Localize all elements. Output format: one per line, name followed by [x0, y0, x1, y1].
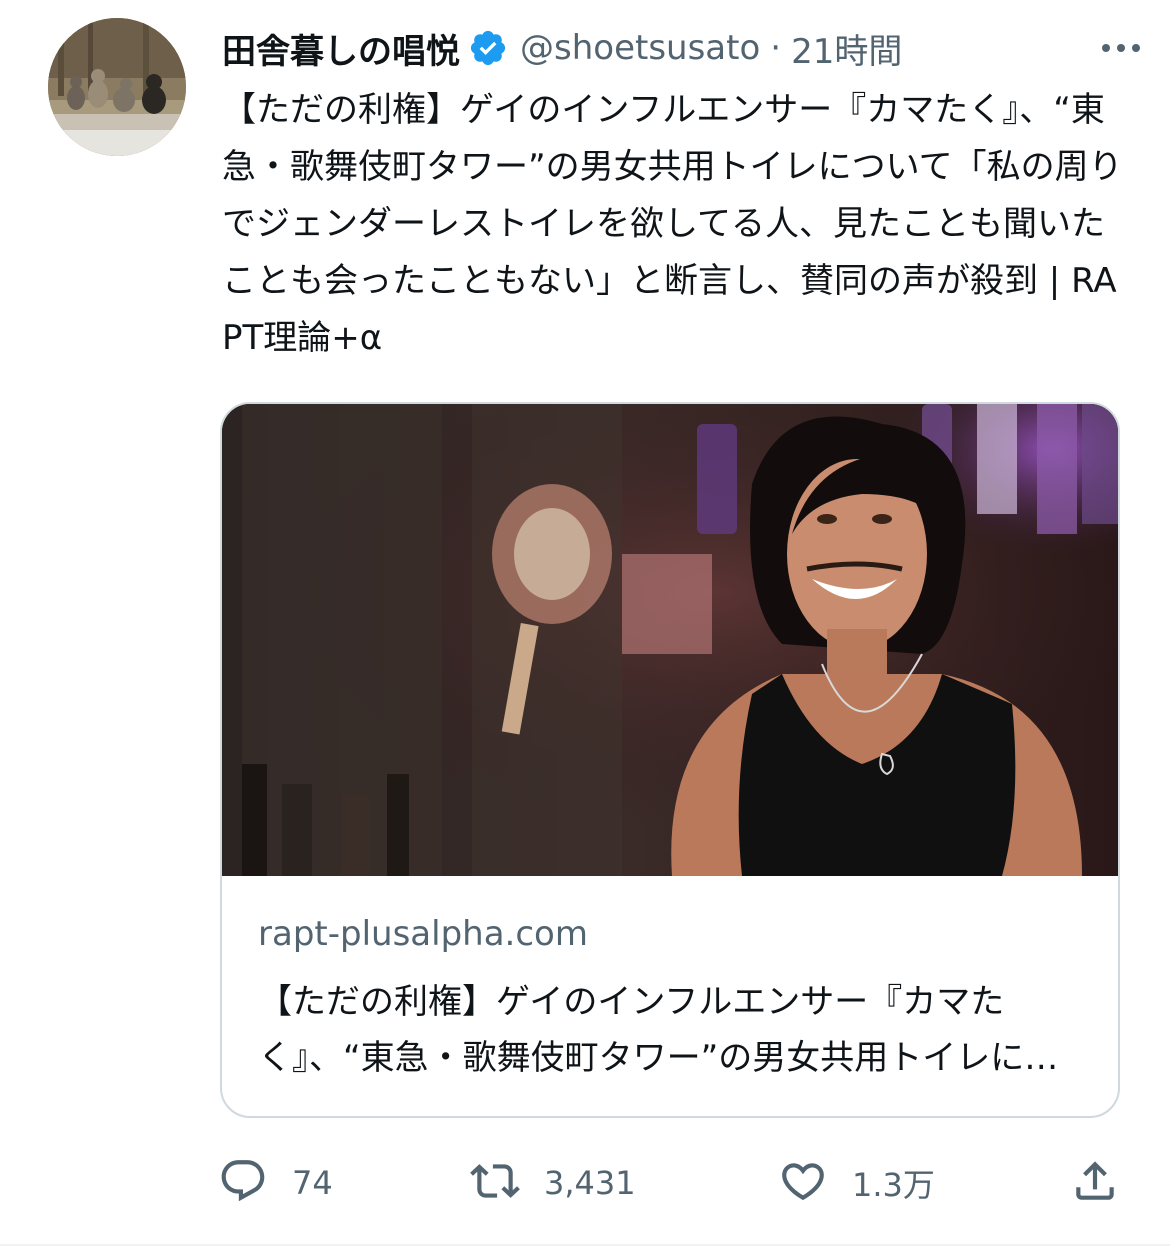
retweet-count: 3,431 [544, 1164, 636, 1202]
reply-button[interactable]: 74 [218, 1150, 333, 1216]
divider [0, 1244, 1170, 1246]
card-title[interactable]: 【ただの利権】ゲイのインフルエンサー『カマたく』、“東急・歌舞伎町タワー”の男女… [258, 974, 1088, 1086]
verified-badge-icon[interactable] [468, 28, 508, 68]
reply-icon [218, 1156, 268, 1210]
like-count: 1.3万 [852, 1166, 935, 1204]
card-domain[interactable]: rapt-plusalpha.com [258, 914, 588, 954]
action-bar: 74 3,431 1.3万 [218, 1150, 1128, 1216]
reply-count: 74 [292, 1164, 333, 1202]
retweet-button[interactable]: 3,431 [470, 1150, 636, 1216]
avatar-image [48, 18, 186, 156]
separator-dot: · [770, 28, 782, 68]
retweet-icon [470, 1156, 520, 1210]
avatar[interactable] [48, 18, 186, 156]
card-image[interactable] [222, 404, 1118, 876]
share-button[interactable] [1070, 1150, 1120, 1216]
more-icon[interactable] [1096, 28, 1146, 68]
tweet-header: 田舎暮しの唱悦 @shoetsusato · 21時間 [222, 22, 902, 74]
display-name[interactable]: 田舎暮しの唱悦 [222, 24, 460, 73]
tweet-text: 【ただの利権】ゲイのインフルエンサー『カマたく』、“東急・歌舞伎町タワー”の男女… [222, 90, 1123, 358]
handle[interactable]: @shoetsusato [520, 28, 760, 68]
link-card[interactable]: rapt-plusalpha.com 【ただの利権】ゲイのインフルエンサー『カマ… [220, 402, 1120, 1118]
like-icon [778, 1156, 828, 1210]
tweet[interactable]: 田舎暮しの唱悦 @shoetsusato · 21時間 【ただの利権】ゲイのイン… [0, 0, 1170, 1254]
share-icon [1070, 1156, 1120, 1210]
like-button[interactable]: 1.3万 [778, 1150, 935, 1216]
timestamp[interactable]: 21時間 [791, 24, 902, 73]
